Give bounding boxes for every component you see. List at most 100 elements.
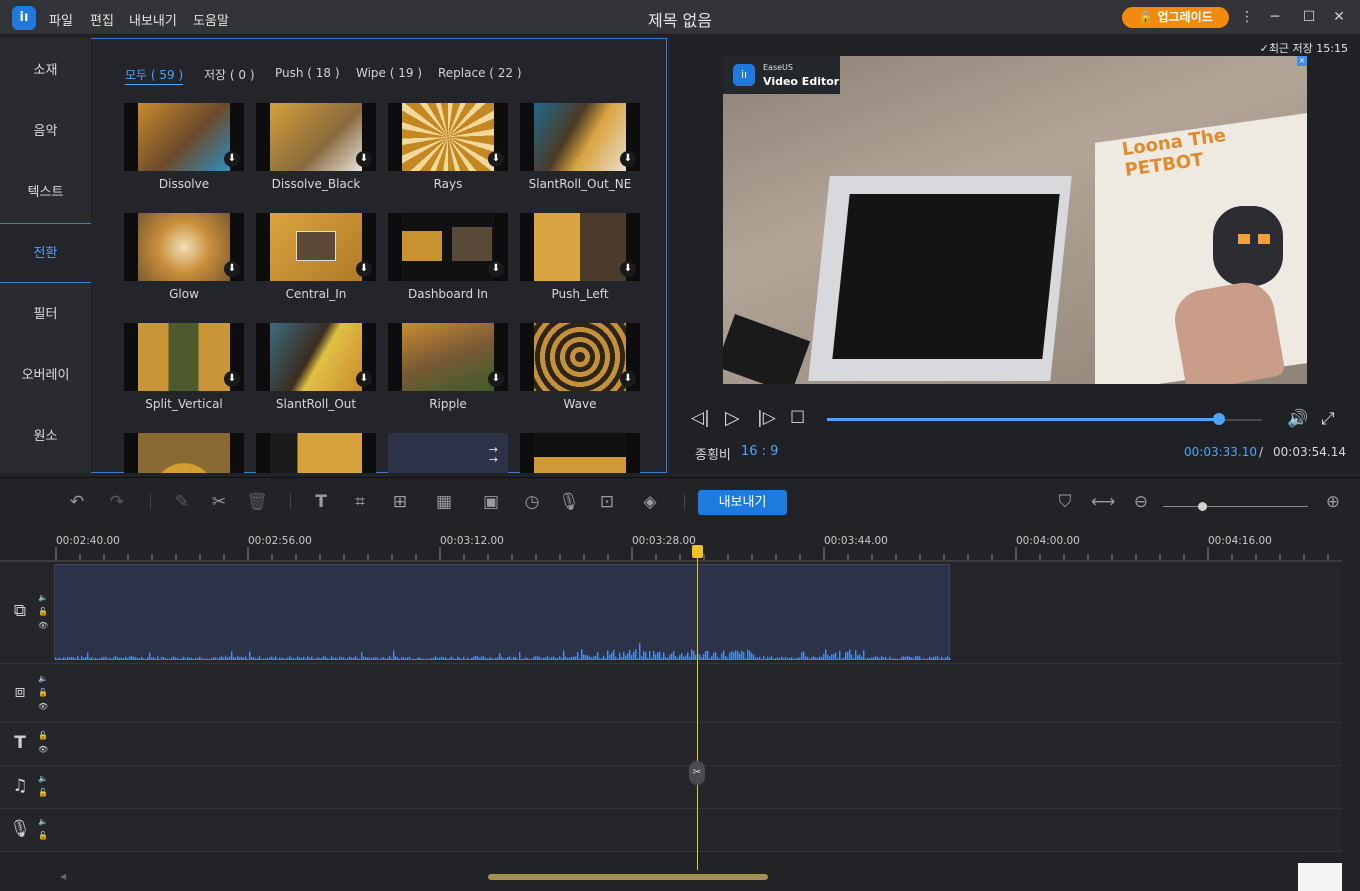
presenter-icon[interactable]: ⊡: [595, 490, 619, 514]
sidebar-item-filters[interactable]: 필터: [0, 285, 91, 345]
menu-file[interactable]: 파일: [49, 10, 73, 29]
download-icon[interactable]: ⬇: [488, 371, 504, 387]
mute-icon[interactable]: 🔈: [38, 772, 48, 786]
lock-icon[interactable]: 🔓: [38, 786, 48, 800]
timeline-ruler[interactable]: 00:02:40.00 00:02:56.00 00:03:12.00 00:0…: [0, 527, 1360, 563]
minimize-icon[interactable]: ─: [1266, 8, 1284, 26]
lock-icon[interactable]: 🔓: [38, 829, 48, 843]
transition-thumb[interactable]: [256, 433, 376, 473]
pencil-icon[interactable]: ✎: [170, 490, 194, 514]
more-options-icon[interactable]: ⋮: [1238, 8, 1256, 26]
transition-thumb-split-vertical[interactable]: ⬇: [124, 323, 244, 391]
sidebar-item-media[interactable]: 소재: [0, 41, 91, 101]
lock-icon[interactable]: 🔓: [38, 686, 48, 700]
redo-icon[interactable]: ↷: [105, 490, 129, 514]
transition-thumb[interactable]: [520, 433, 640, 473]
stop-icon[interactable]: ☐: [790, 408, 805, 428]
sidebar-item-elements[interactable]: 원소: [0, 407, 91, 467]
freeze-frame-icon[interactable]: ▣: [479, 490, 503, 514]
transition-thumb-dissolve[interactable]: ⬇: [124, 103, 244, 171]
transition-thumb-dissolve-black[interactable]: ⬇: [256, 103, 376, 171]
transition-thumb[interactable]: [124, 433, 244, 473]
sidebar-item-text[interactable]: 텍스트: [0, 163, 91, 223]
crop-icon[interactable]: ⌗: [348, 490, 372, 514]
seek-handle[interactable]: [1212, 413, 1225, 425]
mute-icon[interactable]: 🔈: [38, 591, 48, 605]
download-icon[interactable]: ⬇: [356, 371, 372, 387]
tab-all[interactable]: 모두 ( 59 ): [125, 66, 184, 85]
maximize-icon[interactable]: ☐: [1300, 8, 1318, 26]
trash-icon[interactable]: 🗑: [245, 490, 269, 514]
mute-icon[interactable]: 🔈: [38, 672, 48, 686]
visibility-icon[interactable]: 👁: [38, 619, 48, 633]
tab-replace[interactable]: Replace ( 22 ): [438, 66, 522, 80]
volume-icon[interactable]: 🔊: [1287, 409, 1308, 429]
lock-icon[interactable]: 🔓: [38, 729, 48, 743]
visibility-icon[interactable]: 👁: [38, 700, 48, 714]
fit-timeline-icon[interactable]: ⟷: [1091, 490, 1115, 514]
fullscreen-icon[interactable]: ⤢: [1321, 409, 1335, 429]
transition-thumb-rays[interactable]: ⬇: [388, 103, 508, 171]
download-icon[interactable]: ⬇: [620, 371, 636, 387]
transition-thumb-central-in[interactable]: ⬇: [256, 213, 376, 281]
undo-icon[interactable]: ↶: [65, 490, 89, 514]
sidebar-item-transitions[interactable]: 전환: [0, 223, 91, 283]
text-tool-icon[interactable]: T: [309, 490, 333, 514]
zoom-in-icon[interactable]: ⊕: [1321, 490, 1345, 514]
download-icon[interactable]: ⬇: [620, 151, 636, 167]
sidebar-item-music[interactable]: 음악: [0, 102, 91, 162]
transition-thumb-slantroll-out[interactable]: ⬇: [256, 323, 376, 391]
tab-saved[interactable]: 저장 ( 0 ): [204, 66, 255, 83]
previous-frame-icon[interactable]: ◁|: [691, 408, 710, 428]
download-icon[interactable]: ⬇: [620, 261, 636, 277]
transition-thumb-glow[interactable]: ⬇: [124, 213, 244, 281]
transition-thumb-push-left[interactable]: ⬇: [520, 213, 640, 281]
video-preview[interactable]: Loona The PETBOT: [723, 56, 1307, 384]
speed-clock-icon[interactable]: ◷: [520, 490, 544, 514]
download-icon[interactable]: ⬇: [224, 151, 240, 167]
mosaic-icon[interactable]: ▦: [432, 490, 456, 514]
video-clip[interactable]: [54, 564, 951, 660]
close-ad-icon[interactable]: ✕: [1297, 56, 1307, 66]
download-icon[interactable]: ⬇: [356, 151, 372, 167]
next-frame-icon[interactable]: |▷: [757, 408, 776, 428]
zoom-out-icon[interactable]: ⊖: [1129, 490, 1153, 514]
scissors-icon[interactable]: ✂: [207, 490, 231, 514]
lock-icon[interactable]: 🔓: [38, 605, 48, 619]
tab-push[interactable]: Push ( 18 ): [275, 66, 340, 80]
marker-icon[interactable]: ⛉: [1053, 490, 1077, 514]
transition-thumb-wave[interactable]: ⬇: [520, 323, 640, 391]
transition-thumb[interactable]: → →: [388, 433, 508, 473]
scroll-left-icon[interactable]: ◀: [60, 872, 66, 881]
transition-thumb-slantroll-out-ne[interactable]: ⬇: [520, 103, 640, 171]
split-scissors-icon[interactable]: ✂: [689, 761, 705, 785]
timeline-scrollbar[interactable]: [488, 874, 768, 880]
aspect-ratio-value[interactable]: 16 : 9: [741, 444, 778, 459]
upgrade-button[interactable]: 🔒 업그레이드: [1122, 7, 1229, 28]
download-icon[interactable]: ⬇: [224, 261, 240, 277]
close-icon[interactable]: ✕: [1330, 8, 1348, 26]
transition-thumb-ripple[interactable]: ⬇: [388, 323, 508, 391]
visibility-icon[interactable]: 👁: [38, 743, 48, 757]
microphone-icon[interactable]: 🎙: [557, 490, 581, 514]
download-icon[interactable]: ⬇: [356, 261, 372, 277]
transition-thumb-dashboard-in[interactable]: ⬇: [388, 213, 508, 281]
fill-bucket-icon[interactable]: ◈: [638, 490, 662, 514]
sidebar-item-overlay[interactable]: 오버레이: [0, 346, 91, 406]
playhead-handle[interactable]: [692, 545, 703, 558]
export-button[interactable]: 내보내기: [698, 490, 787, 515]
menu-export[interactable]: 내보내기: [129, 10, 177, 29]
download-icon[interactable]: ⬇: [488, 151, 504, 167]
download-icon[interactable]: ⬇: [224, 371, 240, 387]
tab-wipe[interactable]: Wipe ( 19 ): [356, 66, 422, 80]
playhead-line[interactable]: [697, 548, 698, 870]
mute-icon[interactable]: 🔈: [38, 815, 48, 829]
zoom-slider-handle[interactable]: [1198, 502, 1207, 511]
zoom-slider[interactable]: [1163, 506, 1308, 507]
menu-help[interactable]: 도움말: [193, 10, 229, 29]
waveform-bar: [303, 656, 305, 660]
download-icon[interactable]: ⬇: [488, 261, 504, 277]
menu-edit[interactable]: 편집: [90, 10, 114, 29]
play-icon[interactable]: ▷: [725, 407, 740, 429]
resize-icon[interactable]: ⊞: [388, 490, 412, 514]
